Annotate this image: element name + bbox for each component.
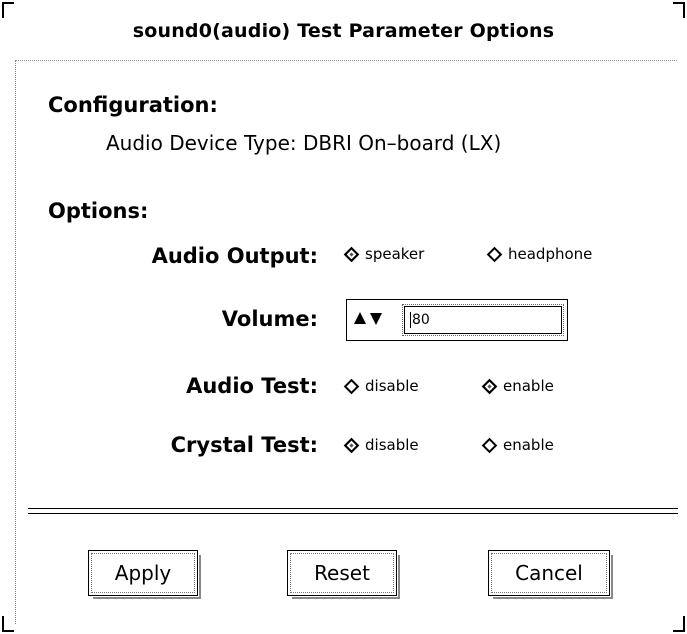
- radio-label: headphone: [508, 245, 593, 263]
- audio-output-speaker-radio[interactable]: speaker: [342, 245, 424, 263]
- window-corner-top-left[interactable]: [2, 2, 14, 18]
- crystal-test-disable-radio[interactable]: disable: [342, 436, 419, 454]
- options-heading: Options:: [48, 199, 149, 223]
- divider: [28, 508, 678, 509]
- radio-selected-icon: [481, 378, 498, 394]
- increment-arrow-icon[interactable]: [354, 312, 366, 324]
- audio-device-type-text: Audio Device Type: DBRI On–board (LX): [106, 131, 502, 155]
- volume-value: 80: [412, 312, 430, 328]
- audio-output-headphone-radio[interactable]: headphone: [485, 245, 592, 263]
- decrement-arrow-icon[interactable]: [370, 313, 382, 325]
- audio-test-enable-radio[interactable]: enable: [480, 377, 554, 395]
- dialog-window: sound0(audio) Test Parameter Options Con…: [0, 0, 687, 634]
- window-corner-top-right[interactable]: [673, 2, 685, 18]
- radio-label: enable: [503, 377, 554, 395]
- window-title: sound0(audio) Test Parameter Options: [132, 20, 555, 42]
- audio-test-label: Audio Test:: [186, 374, 318, 398]
- radio-label: enable: [503, 436, 554, 454]
- radio-label: speaker: [365, 245, 425, 263]
- radio-unselected-icon: [486, 246, 503, 262]
- window-corner-bottom-left[interactable]: [2, 616, 14, 632]
- radio-label: disable: [365, 377, 419, 395]
- radio-selected-icon: [343, 437, 360, 453]
- audio-test-disable-radio[interactable]: disable: [342, 377, 419, 395]
- text-caret: [410, 312, 411, 328]
- radio-label: disable: [365, 436, 419, 454]
- audio-output-label: Audio Output:: [151, 244, 318, 268]
- configuration-heading: Configuration:: [48, 93, 218, 117]
- volume-input[interactable]: 80: [402, 304, 564, 336]
- radio-unselected-icon: [343, 378, 360, 394]
- cancel-button[interactable]: Cancel: [488, 550, 613, 599]
- divider: [28, 513, 678, 514]
- crystal-test-enable-radio[interactable]: enable: [480, 436, 554, 454]
- volume-label: Volume:: [221, 307, 318, 331]
- radio-selected-icon: [343, 246, 360, 262]
- apply-button[interactable]: Apply: [88, 550, 201, 599]
- radio-unselected-icon: [481, 437, 498, 453]
- crystal-test-label: Crystal Test:: [170, 433, 318, 457]
- volume-stepper: 80: [346, 299, 568, 341]
- reset-button[interactable]: Reset: [287, 550, 400, 599]
